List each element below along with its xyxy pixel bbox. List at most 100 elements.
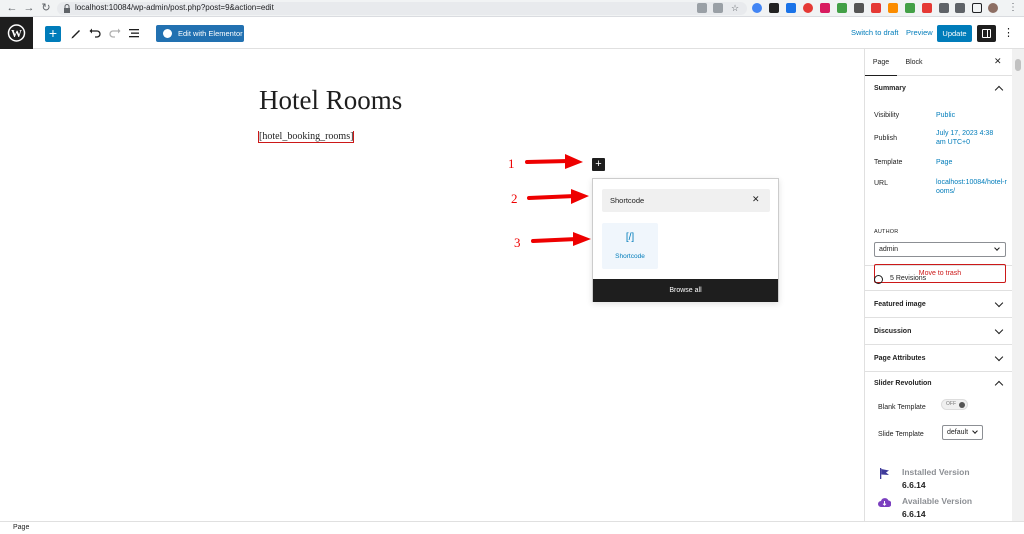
shortcode-block-result[interactable]: [/] Shortcode (602, 223, 658, 269)
template-value[interactable]: Page (936, 158, 952, 167)
extension-icon[interactable] (786, 3, 796, 13)
share-icon[interactable] (713, 3, 723, 13)
sidepanel-icon[interactable] (972, 3, 982, 13)
url-value[interactable]: localhost:10084/hotel-rooms/ (936, 178, 1008, 196)
url-label: URL (874, 180, 889, 187)
close-icon[interactable]: ✕ (752, 194, 760, 205)
list-icon[interactable] (955, 3, 965, 13)
extension-icon[interactable] (871, 3, 881, 13)
settings-sidebar: Page Block ✕ Summary Visibility Public P… (864, 49, 1013, 521)
publish-label: Publish (874, 135, 897, 142)
slide-template-select[interactable]: default (942, 425, 983, 440)
chevron-down-icon (972, 428, 978, 434)
revisions-panel[interactable]: 5 Revisions (865, 266, 1013, 291)
extension-icon[interactable] (820, 3, 830, 13)
annotation-number: 1 (508, 156, 515, 171)
quick-inserter-popover: ✕ [/] Shortcode Browse all (592, 178, 779, 302)
chevron-down-icon (994, 325, 1004, 335)
redo-icon[interactable] (108, 26, 122, 40)
blank-template-toggle[interactable]: OFF (941, 399, 968, 410)
tab-page[interactable]: Page (865, 49, 897, 76)
wordpress-logo-icon[interactable]: W (0, 17, 33, 49)
add-block-button[interactable]: + (592, 158, 605, 171)
visibility-value[interactable]: Public (936, 111, 955, 120)
extension-icon[interactable] (905, 3, 915, 13)
address-bar[interactable]: localhost:10084/wp-admin/post.php?post=9… (57, 2, 747, 15)
page-attributes-panel[interactable]: Page Attributes (865, 345, 1013, 372)
blank-template-label: Blank Template (878, 404, 926, 411)
extension-icon[interactable] (752, 3, 762, 13)
discussion-heading: Discussion (874, 328, 912, 335)
editor-toolbar: W + Edit with Elementor Switch to draft … (0, 17, 1024, 49)
chevron-down-icon (994, 352, 1004, 362)
shortcode-block[interactable]: [hotel_booking_rooms] (258, 131, 355, 143)
summary-panel: Summary Visibility Public Publish July 1… (865, 76, 1013, 283)
tab-block[interactable]: Block (901, 49, 927, 76)
extension-icon[interactable] (888, 3, 898, 13)
browser-menu-icon[interactable]: ⋮ (1008, 3, 1018, 13)
author-value: admin (879, 246, 899, 253)
edit-with-elementor-button[interactable]: Edit with Elementor (156, 25, 244, 42)
pencil-icon[interactable] (69, 26, 83, 40)
block-breadcrumb[interactable]: Page (13, 524, 29, 531)
shortcode-text: [hotel_booking_rooms] (259, 131, 354, 142)
block-inserter-button[interactable]: + (45, 26, 61, 42)
flag-icon (880, 468, 889, 479)
summary-heading[interactable]: Summary (874, 85, 906, 92)
template-label: Template (874, 159, 903, 166)
browse-all-button[interactable]: Browse all (593, 279, 778, 302)
slide-template-label: Slide Template (878, 431, 924, 438)
slider-revolution-panel: Slider Revolution Blank Template OFF Sli… (865, 372, 1013, 521)
extension-icon[interactable] (922, 3, 932, 13)
block-search-input[interactable] (602, 189, 742, 212)
forward-arrow-icon[interactable]: → (23, 2, 35, 14)
puzzle-icon[interactable] (939, 3, 949, 13)
url-text: localhost:10084/wp-admin/post.php?post=9… (75, 3, 274, 12)
sidebar-tabs: Page Block ✕ (865, 49, 1013, 76)
close-icon[interactable]: ✕ (994, 56, 1002, 67)
featured-image-panel[interactable]: Featured image (865, 291, 1013, 318)
annotation-number: 3 (514, 235, 521, 250)
translate-icon[interactable] (697, 3, 707, 13)
page-attributes-heading: Page Attributes (874, 355, 926, 362)
slider-revolution-heading[interactable]: Slider Revolution (874, 380, 932, 387)
backup-icon (874, 275, 883, 284)
reload-icon[interactable]: ↻ (40, 2, 52, 14)
list-view-icon[interactable] (127, 26, 141, 40)
arrow-icon (527, 189, 589, 204)
cloud-download-icon (878, 498, 891, 508)
revisions-label: 5 Revisions (890, 275, 927, 282)
publish-value[interactable]: July 17, 2023 4:38 am UTC+0 (936, 129, 1002, 147)
shortcode-result-label: Shortcode (615, 253, 645, 260)
lock-icon (64, 4, 70, 13)
back-arrow-icon[interactable]: ← (6, 2, 18, 14)
options-menu-icon[interactable]: ⋮ (1003, 26, 1014, 39)
undo-icon[interactable] (88, 26, 102, 40)
toggle-state: OFF (946, 401, 956, 407)
extension-icon[interactable] (769, 3, 779, 13)
avatar[interactable] (988, 3, 998, 13)
svg-text:W: W (11, 28, 22, 40)
featured-image-heading: Featured image (874, 301, 926, 308)
settings-toggle-button[interactable] (977, 25, 996, 42)
extension-icon[interactable] (854, 3, 864, 13)
preview-button[interactable]: Preview (906, 28, 933, 37)
chevron-down-icon (994, 298, 1004, 308)
chevron-up-icon[interactable] (994, 380, 1004, 390)
update-button[interactable]: Update (937, 25, 972, 42)
author-select[interactable]: admin (874, 242, 1006, 257)
page-title[interactable]: Hotel Rooms (259, 85, 402, 116)
arrow-icon (531, 232, 591, 246)
scrollbar-thumb[interactable] (1015, 59, 1021, 71)
editor-footer: Page (0, 521, 1024, 534)
extension-icon[interactable] (803, 3, 813, 13)
extension-icon[interactable] (837, 3, 847, 13)
discussion-panel[interactable]: Discussion (865, 318, 1013, 345)
available-version-value: 6.6.14 (902, 509, 926, 519)
switch-to-draft-button[interactable]: Switch to draft (851, 28, 899, 37)
visibility-label: Visibility (874, 112, 900, 119)
sidebar-scrollbar[interactable] (1012, 49, 1024, 521)
arrow-icon (525, 154, 583, 169)
bookmark-star-icon[interactable]: ☆ (731, 3, 741, 13)
chevron-up-icon[interactable] (994, 85, 1004, 95)
